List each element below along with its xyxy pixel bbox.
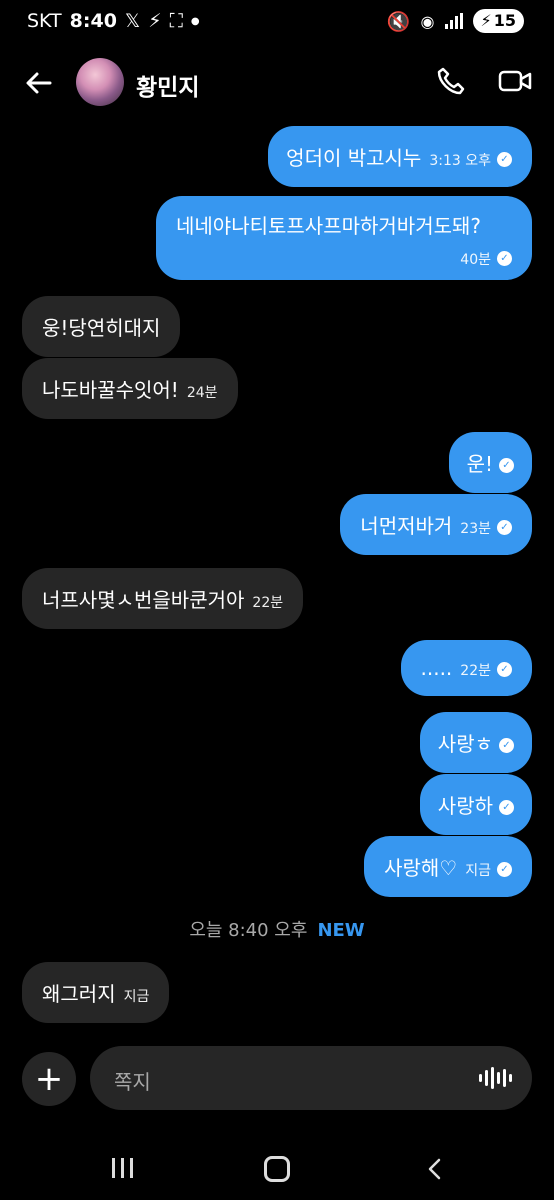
chat-header: 황민지	[0, 52, 554, 116]
incoming-message[interactable]: 너프사몇ㅅ번을바쿤거아 22분	[22, 568, 304, 629]
divider-text: 오늘 8:40 오후	[189, 920, 308, 941]
battery-level: 15	[493, 11, 516, 30]
system-nav-bar	[0, 1146, 554, 1190]
x-app-icon: 𝕏	[124, 10, 141, 32]
outgoing-message[interactable]: 네네야나티토프사프마하거바거도돼? 40분 ✓	[156, 196, 532, 280]
phone-call-icon[interactable]	[436, 66, 466, 96]
message-text: 네네야나티토프사프마하거바거도돼?	[176, 214, 482, 238]
message-time: 23분	[460, 521, 491, 537]
avatar[interactable]	[76, 58, 124, 106]
status-bar: SKT 8:40 𝕏 ⚡ ⛶ ● 🔇 ◉ ⚡ 15	[0, 0, 554, 44]
screenshot-icon: ⛶	[169, 10, 183, 32]
message-time: 지금	[465, 863, 491, 879]
outgoing-message[interactable]: 너먼저바거 23분 ✓	[340, 494, 532, 555]
outgoing-message[interactable]: 사랑해♡ 지금 ✓	[364, 836, 532, 897]
carrier-label: SKT	[27, 10, 62, 32]
outgoing-message[interactable]: 운! ✓	[448, 432, 532, 493]
outgoing-message[interactable]: 사랑ㅎ ✓	[419, 712, 532, 773]
message-input-placeholder: 쪽지	[114, 1070, 151, 1094]
message-text: 사랑해♡	[384, 856, 458, 880]
message-text: 엉더이 박고시누	[286, 146, 422, 170]
message-text: 왜그러지	[42, 982, 116, 1006]
message-input[interactable]: 쪽지	[90, 1046, 532, 1110]
clock: 8:40	[69, 10, 117, 32]
battery-bolt-icon: ⚡	[480, 11, 492, 30]
plus-icon: +	[34, 1059, 64, 1099]
contact-name[interactable]: 황민지	[136, 68, 199, 102]
seen-check-icon: ✓	[499, 800, 514, 815]
new-badge: NEW	[317, 920, 365, 941]
message-time: 24분	[186, 385, 218, 401]
seen-check-icon: ✓	[497, 520, 512, 535]
add-media-button[interactable]: +	[22, 1052, 76, 1106]
seen-check-icon: ✓	[497, 152, 512, 167]
outgoing-message[interactable]: ..... 22분 ✓	[400, 640, 532, 696]
message-time: 3:13 오후	[429, 153, 491, 169]
incoming-message[interactable]: 왜그러지 지금	[22, 962, 170, 1023]
wifi-icon: ◉	[420, 11, 435, 31]
video-call-icon[interactable]	[498, 66, 532, 96]
date-divider: 오늘 8:40 오후 NEW	[0, 916, 554, 942]
message-text: 너먼저바거	[360, 514, 453, 538]
message-text: 웅!당연히대지	[42, 316, 161, 340]
charging-bolt-icon: ⚡	[148, 10, 162, 32]
message-time: 40분	[460, 252, 491, 268]
battery-badge: ⚡ 15	[472, 9, 524, 33]
message-text: 운!	[466, 452, 493, 476]
seen-check-icon: ✓	[497, 662, 512, 677]
message-text: 사랑ㅎ	[437, 732, 493, 756]
back-arrow-icon[interactable]	[22, 66, 56, 100]
message-text: 나도바꿀수잇어!	[42, 378, 179, 402]
voice-message-icon[interactable]	[479, 1067, 512, 1089]
message-text: 너프사몇ㅅ번을바쿤거아	[42, 588, 245, 612]
signal-icon	[444, 13, 463, 29]
message-text: .....	[420, 656, 453, 680]
dot-icon: ●	[190, 15, 200, 27]
outgoing-message[interactable]: 엉더이 박고시누 3:13 오후 ✓	[268, 126, 532, 187]
seen-check-icon: ✓	[497, 862, 512, 877]
recent-apps-icon[interactable]	[112, 1158, 133, 1178]
message-time: 22분	[460, 663, 491, 679]
home-icon[interactable]	[264, 1156, 290, 1182]
nav-back-icon[interactable]	[424, 1158, 446, 1180]
message-time: 22분	[252, 595, 284, 611]
message-text: 사랑하	[437, 794, 493, 818]
seen-check-icon: ✓	[499, 738, 514, 753]
mute-icon: 🔇	[386, 10, 411, 33]
seen-check-icon: ✓	[499, 458, 514, 473]
seen-check-icon: ✓	[497, 251, 512, 266]
message-time: 지금	[123, 989, 150, 1005]
incoming-message[interactable]: 웅!당연히대지	[22, 296, 181, 357]
outgoing-message[interactable]: 사랑하 ✓	[419, 774, 532, 835]
incoming-message[interactable]: 나도바꿀수잇어! 24분	[22, 358, 238, 419]
